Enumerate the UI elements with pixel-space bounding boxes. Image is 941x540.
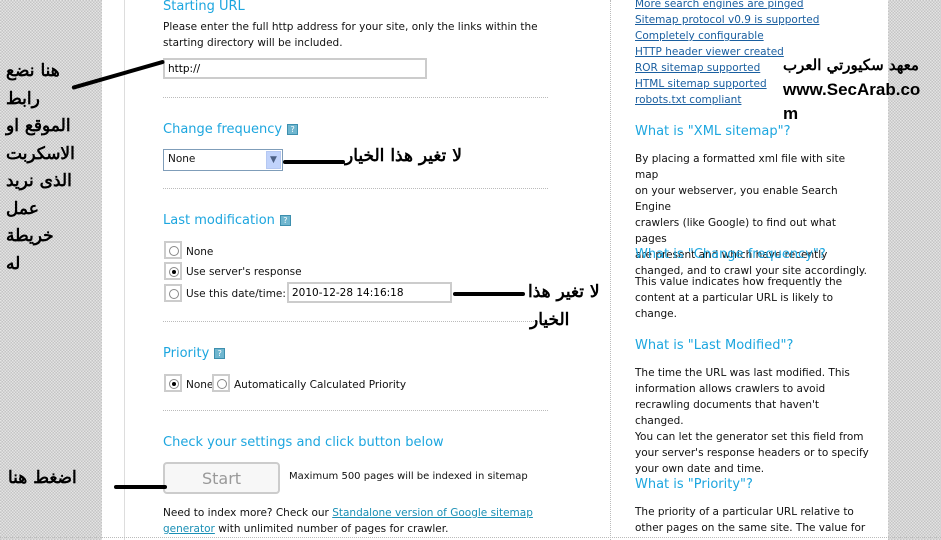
- annotation-line: رابط: [6, 88, 40, 109]
- change-frequency-label: Change frequency: [163, 122, 283, 137]
- start-button[interactable]: Start: [163, 462, 280, 494]
- pointer-line: [114, 485, 167, 489]
- select-value: None: [168, 153, 196, 165]
- annotation-line: له: [6, 253, 21, 274]
- last-modification-heading: Last modification?: [163, 213, 291, 228]
- faq-line: You can let the generator set this field…: [635, 431, 864, 443]
- annotation-line: عمل: [6, 198, 39, 219]
- faq-heading-xml: What is "XML sitemap"?: [635, 124, 791, 139]
- lastmod-none-label: None: [186, 246, 214, 258]
- faq-line: crawlers (like Google) to find out what …: [635, 217, 836, 245]
- lastmod-date-input[interactable]: [287, 282, 452, 303]
- divider: [163, 97, 548, 98]
- priority-auto-label: Automatically Calculated Priority: [234, 379, 407, 391]
- priority-auto-radio[interactable]: [212, 374, 230, 392]
- annotation-line: الموقع او: [6, 116, 71, 136]
- faq-line: your own date and time.: [635, 463, 765, 475]
- faq-line: recrawling documents that haven't change…: [635, 399, 820, 427]
- annotation-line: الاسكربت: [6, 143, 75, 164]
- index-more-text-2: generator with unlimited number of pages…: [163, 521, 448, 537]
- index-more-text: Need to index more? Check our Standalone…: [163, 505, 533, 521]
- starting-url-desc-1: Please enter the full http address for y…: [163, 21, 538, 33]
- freq-annotation: لا تغير هذا الخيار: [345, 146, 462, 166]
- standalone-link[interactable]: Standalone version of Google sitemap: [332, 507, 533, 519]
- chevron-down-icon[interactable]: ▼: [266, 151, 281, 169]
- faq-line: on your webserver, you enable Search Eng…: [635, 185, 838, 213]
- brand-url-line-2: m: [783, 104, 799, 123]
- help-icon[interactable]: ?: [287, 124, 299, 135]
- priority-label: Priority: [163, 346, 210, 361]
- faq-line: your server's response headers or to spe…: [635, 447, 869, 459]
- help-icon[interactable]: ?: [279, 215, 291, 226]
- index-more-prefix: Need to index more? Check our: [163, 507, 333, 519]
- faq-line: content at a particular URL is likely to: [635, 292, 833, 304]
- max-pages-note: Maximum 500 pages will be indexed in sit…: [289, 471, 528, 482]
- last-modification-label: Last modification: [163, 213, 275, 228]
- brand-url: www.SecArab.co m: [783, 78, 920, 126]
- faq-answer-priority: The priority of a particular URL relativ…: [635, 504, 870, 536]
- starting-url-desc-2: starting directory will be included.: [163, 37, 343, 49]
- feature-link[interactable]: Sitemap protocol v0.9 is supported: [635, 12, 819, 28]
- divider: [163, 410, 548, 411]
- pointer-line: [453, 292, 525, 296]
- faq-heading-lastmod: What is "Last Modified"?: [635, 338, 794, 353]
- index-more-suffix: with unlimited number of pages for crawl…: [214, 523, 449, 535]
- date-annotation-2: الخيار: [530, 310, 570, 330]
- standalone-link-2[interactable]: generator: [163, 523, 215, 535]
- lastmod-date-label: Use this date/time:: [186, 288, 286, 300]
- lastmod-server-label: Use server's response: [186, 266, 302, 278]
- faq-line: change.: [635, 308, 677, 320]
- check-settings-heading: Check your settings and click button bel…: [163, 435, 444, 450]
- lastmod-date-radio[interactable]: [164, 284, 182, 302]
- lastmod-server-radio[interactable]: [164, 262, 182, 280]
- sidebar-border: [610, 0, 611, 540]
- date-annotation-1: لا تغير هذا: [528, 282, 600, 302]
- annotation-line: الذى نريد: [6, 171, 72, 191]
- pointer-line: [283, 160, 345, 164]
- feature-link[interactable]: Completely configurable: [635, 28, 819, 44]
- faq-answer-lastmod: The time the URL was last modified. This…: [635, 365, 870, 477]
- priority-none-radio[interactable]: [164, 374, 182, 392]
- faq-answer-frequency: This value indicates how frequently the c…: [635, 274, 870, 322]
- bottom-border: [0, 537, 941, 538]
- url-annotation: هنا نضع رابط الموقع او الاسكربت الذى نري…: [6, 58, 82, 278]
- help-icon[interactable]: ?: [214, 348, 226, 359]
- change-frequency-select[interactable]: None ▼: [163, 149, 283, 171]
- brand-url-line-1: www.SecArab.co: [783, 80, 921, 99]
- faq-line: This value indicates how frequently the: [635, 276, 843, 288]
- priority-heading: Priority?: [163, 346, 226, 361]
- starting-url-heading: Starting URL: [163, 0, 245, 14]
- feature-link[interactable]: More search engines are pinged: [635, 0, 819, 12]
- faq-line: other pages on the same site. The value …: [635, 522, 866, 534]
- start-annotation: اضغط هنا: [8, 468, 77, 488]
- annotation-line: خريطة: [6, 226, 54, 246]
- annotation-line: هنا نضع: [6, 61, 60, 81]
- starting-url-input[interactable]: [163, 58, 427, 79]
- brand-arabic: معهد سكيورتي العرب: [783, 56, 919, 74]
- faq-line: By placing a formatted xml file with sit…: [635, 153, 846, 181]
- faq-line: information allows crawlers to avoid: [635, 383, 826, 395]
- faq-line: The priority of a particular URL relativ…: [635, 506, 854, 518]
- divider: [163, 188, 548, 189]
- change-frequency-heading: Change frequency?: [163, 122, 299, 137]
- priority-none-label: None: [186, 379, 214, 391]
- divider: [163, 321, 548, 322]
- lastmod-none-radio[interactable]: [164, 241, 182, 259]
- main-border-left: [124, 0, 125, 540]
- faq-line: The time the URL was last modified. This: [635, 367, 850, 379]
- faq-heading-frequency: What is "Change frequency"?: [635, 247, 826, 262]
- faq-heading-priority: What is "Priority"?: [635, 477, 753, 492]
